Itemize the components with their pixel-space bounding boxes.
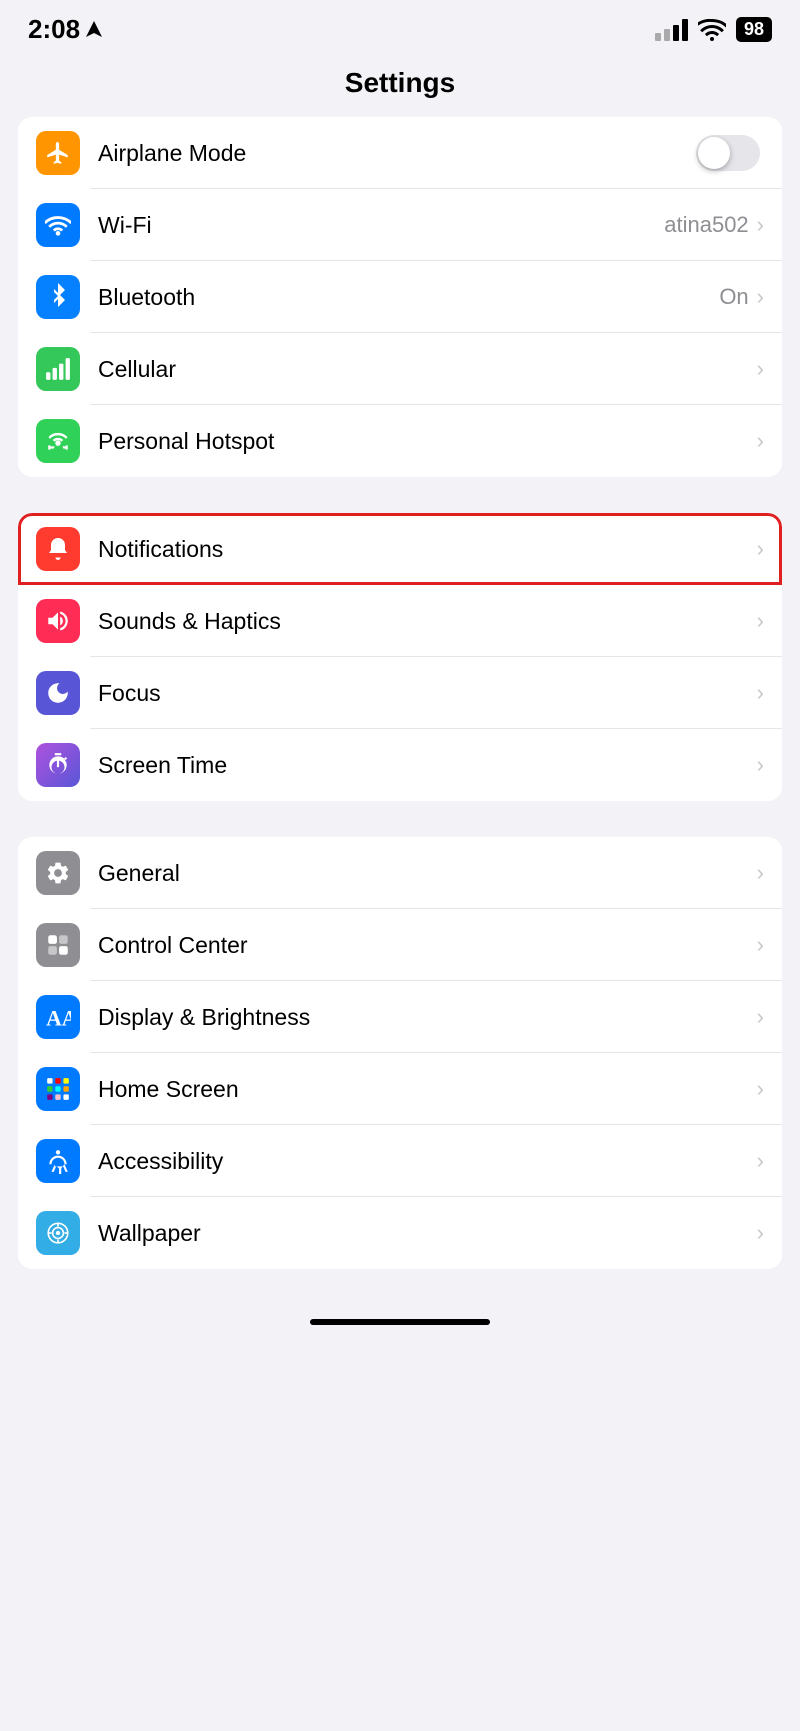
status-time: 2:08 <box>28 14 102 45</box>
wallpaper-row[interactable]: Wallpaper › <box>18 1197 782 1269</box>
focus-icon <box>36 671 80 715</box>
notifications-icon <box>36 527 80 571</box>
home-screen-icon <box>36 1067 80 1111</box>
bluetooth-value: On <box>719 284 748 310</box>
general-chevron: › <box>757 860 764 886</box>
accessibility-chevron: › <box>757 1148 764 1174</box>
cellular-icon <box>36 347 80 391</box>
general-row[interactable]: General › <box>18 837 782 909</box>
wallpaper-label: Wallpaper <box>98 1220 757 1247</box>
display-brightness-chevron: › <box>757 1004 764 1030</box>
wifi-row[interactable]: Wi-Fi atina502 › <box>18 189 782 261</box>
home-indicator <box>0 1305 800 1335</box>
hotspot-icon <box>36 419 80 463</box>
home-screen-label: Home Screen <box>98 1076 757 1103</box>
focus-label: Focus <box>98 680 757 707</box>
wifi-label: Wi-Fi <box>98 212 664 239</box>
focus-row[interactable]: Focus › <box>18 657 782 729</box>
display-brightness-icon: AA <box>36 995 80 1039</box>
general-icon <box>36 851 80 895</box>
cellular-row[interactable]: Cellular › <box>18 333 782 405</box>
svg-text:AA: AA <box>46 1007 71 1030</box>
airplane-mode-icon <box>36 131 80 175</box>
screen-time-chevron: › <box>757 752 764 778</box>
display-brightness-label: Display & Brightness <box>98 1004 757 1031</box>
home-bar <box>310 1319 490 1325</box>
home-screen-chevron: › <box>757 1076 764 1102</box>
control-center-label: Control Center <box>98 932 757 959</box>
focus-chevron: › <box>757 680 764 706</box>
wallpaper-chevron: › <box>757 1220 764 1246</box>
screen-time-icon <box>36 743 80 787</box>
page-title-container: Settings <box>0 53 800 117</box>
sounds-haptics-row[interactable]: Sounds & Haptics › <box>18 585 782 657</box>
notifications-row[interactable]: Notifications › <box>18 513 782 585</box>
sounds-haptics-icon <box>36 599 80 643</box>
general-group: General › Control Center › AA Display & … <box>18 837 782 1269</box>
connectivity-group: Airplane Mode Wi-Fi atina502 › Bluetooth… <box>18 117 782 477</box>
screen-time-row[interactable]: Screen Time › <box>18 729 782 801</box>
accessibility-row[interactable]: Accessibility › <box>18 1125 782 1197</box>
general-label: General <box>98 860 757 887</box>
airplane-mode-label: Airplane Mode <box>98 140 696 167</box>
location-icon <box>86 21 102 39</box>
signal-bars <box>655 19 688 41</box>
airplane-mode-toggle[interactable] <box>696 135 760 171</box>
wallpaper-icon <box>36 1211 80 1255</box>
sounds-haptics-chevron: › <box>757 608 764 634</box>
battery-icon: 98 <box>736 17 772 42</box>
display-brightness-row[interactable]: AA Display & Brightness › <box>18 981 782 1053</box>
notifications-chevron: › <box>757 536 764 562</box>
bluetooth-label: Bluetooth <box>98 284 719 311</box>
bluetooth-icon <box>36 275 80 319</box>
accessibility-label: Accessibility <box>98 1148 757 1175</box>
wifi-chevron: › <box>757 212 764 238</box>
notifications-label: Notifications <box>98 536 757 563</box>
wifi-icon <box>36 203 80 247</box>
home-screen-row[interactable]: Home Screen › <box>18 1053 782 1125</box>
status-right: 98 <box>655 17 772 42</box>
personal-hotspot-row[interactable]: Personal Hotspot › <box>18 405 782 477</box>
accessibility-icon <box>36 1139 80 1183</box>
control-center-row[interactable]: Control Center › <box>18 909 782 981</box>
airplane-mode-row[interactable]: Airplane Mode <box>18 117 782 189</box>
bluetooth-row[interactable]: Bluetooth On › <box>18 261 782 333</box>
control-center-icon <box>36 923 80 967</box>
notifications-group: Notifications › Sounds & Haptics › Focus… <box>18 513 782 801</box>
cellular-label: Cellular <box>98 356 757 383</box>
screen-time-label: Screen Time <box>98 752 757 779</box>
sounds-haptics-label: Sounds & Haptics <box>98 608 757 635</box>
wifi-value: atina502 <box>664 212 748 238</box>
control-center-chevron: › <box>757 932 764 958</box>
personal-hotspot-chevron: › <box>757 428 764 454</box>
personal-hotspot-label: Personal Hotspot <box>98 428 757 455</box>
status-bar: 2:08 98 <box>0 0 800 53</box>
bluetooth-chevron: › <box>757 284 764 310</box>
page-title: Settings <box>0 67 800 99</box>
cellular-chevron: › <box>757 356 764 382</box>
wifi-status-icon <box>698 19 726 41</box>
